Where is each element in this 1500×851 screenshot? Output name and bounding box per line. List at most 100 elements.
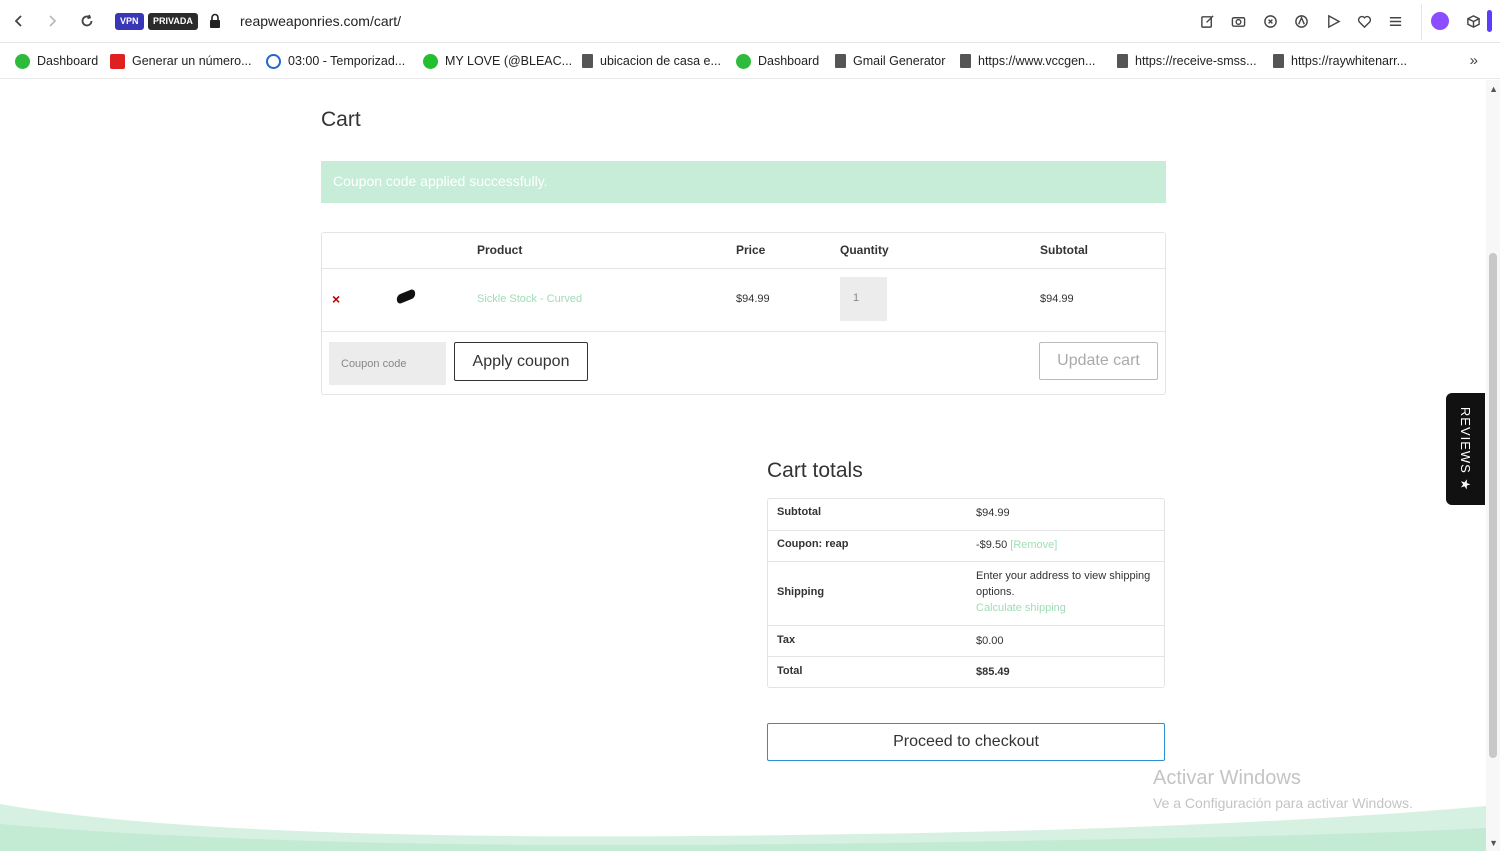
bolt-icon (423, 53, 438, 69)
bookmark-label: 03:00 - Temporizad... (288, 54, 406, 68)
tax-value: $0.00 (976, 635, 1004, 647)
bookmark-item[interactable]: https://raywhitenarr... (1273, 53, 1407, 69)
red-f-icon (110, 53, 125, 69)
column-header-quantity: Quantity (840, 243, 889, 257)
reviews-tab-label: REVIEWS ★ (1458, 406, 1473, 492)
camera-icon[interactable] (1229, 12, 1247, 30)
bookmark-item[interactable]: https://www.vccgen... (960, 53, 1095, 69)
edit-icon[interactable] (1198, 12, 1216, 30)
bookmark-item[interactable]: https://receive-smss... (1117, 53, 1257, 69)
row-divider (768, 561, 1164, 562)
shield-x-icon[interactable] (1261, 12, 1279, 30)
bookmark-label: https://www.vccgen... (978, 54, 1096, 68)
column-header-subtotal: Subtotal (1040, 243, 1088, 257)
update-cart-button[interactable]: Update cart (1039, 342, 1158, 380)
bookmark-item[interactable]: 03:00 - Temporizad... (266, 53, 405, 69)
extension-icon[interactable] (1431, 12, 1449, 30)
product-name-link[interactable]: Sickle Stock - Curved (477, 293, 582, 305)
vpn-badge[interactable]: VPN (115, 13, 144, 30)
cart-totals-title: Cart totals (767, 459, 863, 482)
remove-item-button[interactable]: × (332, 291, 340, 307)
item-price: $94.99 (736, 293, 770, 305)
bookmark-item[interactable]: Dashboard (15, 53, 98, 69)
proceed-to-checkout-button[interactable]: Proceed to checkout (767, 723, 1165, 761)
document-icon (582, 54, 593, 68)
reviews-tab[interactable]: REVIEWS ★ (1446, 393, 1485, 505)
sidebar-toggle-icon[interactable] (1487, 10, 1492, 32)
cart-table: Product Price Quantity Subtotal × Sickle… (321, 232, 1166, 395)
shipping-info: Enter your address to view shipping opti… (976, 568, 1156, 616)
shipping-label: Shipping (777, 586, 825, 598)
cart-totals-table: Subtotal $94.99 Coupon: reap -$9.50 [Rem… (767, 498, 1165, 688)
total-value: $85.49 (976, 666, 1010, 678)
reload-icon (81, 14, 93, 27)
calculate-shipping-link[interactable]: Calculate shipping (976, 600, 1156, 616)
bookmark-item[interactable]: MY LOVE (@BLEAC... (423, 53, 572, 69)
row-divider (322, 268, 1165, 269)
row-divider (768, 656, 1164, 657)
bookmark-label: https://receive-smss... (1135, 54, 1257, 68)
bookmark-label: Gmail Generator (853, 54, 946, 68)
green-logo-icon (15, 53, 30, 69)
private-badge: PRIVADA (148, 13, 198, 30)
scroll-up-icon[interactable]: ▲ (1489, 84, 1498, 94)
scroll-down-icon[interactable]: ▼ (1489, 838, 1498, 848)
remove-coupon-link[interactable]: [Remove] (1010, 539, 1057, 551)
chevron-double-right-icon[interactable]: » (1470, 52, 1478, 69)
subtotal-label: Subtotal (777, 506, 821, 518)
menu-icon[interactable] (1386, 12, 1404, 30)
bookmark-item[interactable]: Gmail Generator (835, 53, 945, 69)
total-label: Total (777, 665, 803, 677)
coupon-discount: -$9.50 (976, 539, 1008, 551)
cube-icon[interactable] (1464, 12, 1482, 30)
bookmark-label: Generar un número... (132, 54, 252, 68)
footer-wave-decoration (0, 804, 1486, 851)
subtotal-value: $94.99 (976, 507, 1010, 519)
coupon-label: Coupon: reap (777, 538, 849, 550)
row-divider (768, 530, 1164, 531)
bookmark-label: ubicacion de casa e... (600, 54, 721, 68)
bookmarks-bar: Dashboard Generar un número... 03:00 - T… (0, 43, 1500, 79)
shipping-text: Enter your address to view shipping opti… (976, 570, 1151, 598)
apply-coupon-button[interactable]: Apply coupon (454, 342, 588, 381)
arrow-right-icon (49, 15, 57, 27)
heart-icon[interactable] (1355, 12, 1373, 30)
address-bar[interactable]: reapweaponries.com/cart/ (240, 13, 401, 29)
coupon-code-input[interactable] (329, 342, 446, 385)
tax-label: Tax (777, 634, 796, 646)
quantity-input[interactable]: 1 (840, 277, 887, 321)
back-button[interactable] (9, 11, 29, 31)
product-thumbnail[interactable] (395, 288, 417, 305)
lock-icon[interactable] (209, 13, 221, 29)
bookmark-label: Dashboard (758, 54, 820, 68)
column-header-price: Price (736, 243, 766, 257)
scrollbar-thumb[interactable] (1489, 253, 1497, 758)
bookmark-item[interactable]: ubicacion de casa e... (582, 53, 721, 69)
bookmark-label: https://raywhitenarr... (1291, 54, 1408, 68)
document-icon (1273, 54, 1284, 68)
document-icon (835, 54, 846, 68)
windows-activation-title: Activar Windows (1153, 767, 1301, 789)
coupon-value-group: -$9.50 [Remove] (976, 537, 1057, 553)
bookmark-item[interactable]: Dashboard (736, 53, 819, 69)
bookmark-item[interactable]: Generar un número... (110, 53, 252, 69)
reload-button[interactable] (77, 11, 97, 31)
toolbar-divider (1421, 4, 1422, 40)
row-divider (322, 331, 1165, 332)
page-title: Cart (321, 108, 361, 131)
document-icon (1117, 54, 1128, 68)
send-icon[interactable] (1324, 12, 1342, 30)
browser-toolbar: VPN PRIVADA reapweaponries.com/cart/ (0, 0, 1500, 43)
item-subtotal: $94.99 (1040, 293, 1074, 305)
success-notice: Coupon code applied successfully. (321, 161, 1166, 203)
row-divider (768, 625, 1164, 626)
timer-check-icon (266, 53, 281, 69)
arrow-left-icon (14, 15, 22, 27)
translate-icon[interactable] (1292, 12, 1310, 30)
document-icon (960, 54, 971, 68)
green-logo-icon (736, 53, 751, 69)
bookmark-label: MY LOVE (@BLEAC... (445, 54, 573, 68)
forward-button[interactable] (42, 11, 62, 31)
column-header-product: Product (477, 243, 523, 257)
bookmark-label: Dashboard (37, 54, 99, 68)
